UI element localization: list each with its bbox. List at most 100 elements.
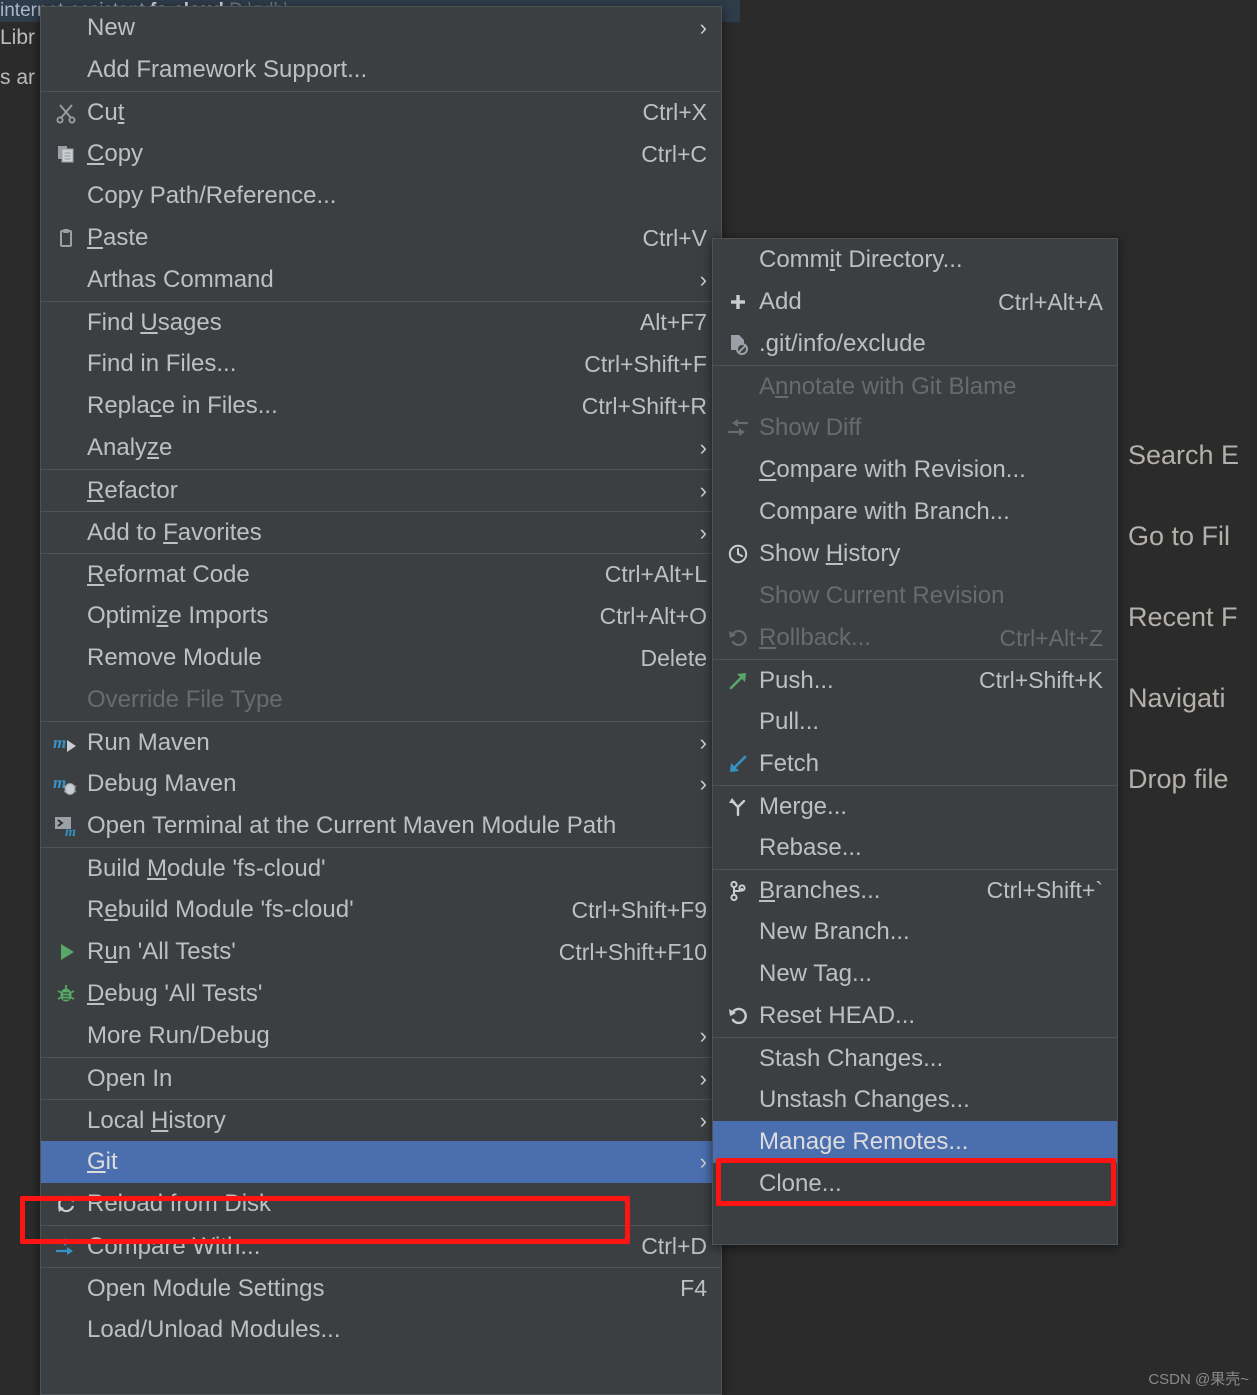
run-icon (51, 939, 81, 965)
menu-item-label: Build Module 'fs-cloud' (87, 854, 326, 882)
menu-item-find-usages[interactable]: Find Usages Alt+F7 (41, 301, 721, 343)
menu-item-label: Remove Module (87, 644, 262, 671)
menu-item-new-branch[interactable]: New Branch... (713, 911, 1117, 953)
menu-item-add-to-favorites[interactable]: Add to Favorites › (41, 511, 721, 553)
menu-item-replace-in-files[interactable]: Replace in Files... Ctrl+Shift+R (41, 385, 721, 427)
screen-root: internet-assistant fs-cloud D:\zdh\ Libr… (0, 0, 1257, 1395)
menu-item-shortcut: Ctrl+Alt+O (599, 602, 707, 629)
no-icon (51, 520, 81, 546)
menu-item-label: Replace in Files... (87, 392, 278, 419)
menu-item-clone[interactable]: Clone... (713, 1163, 1117, 1205)
menu-item-add-framework-support[interactable]: Add Framework Support... (41, 49, 721, 91)
plus-icon (723, 289, 753, 315)
menu-item-reset-head[interactable]: Reset HEAD... (713, 995, 1117, 1037)
menu-item-open-module-settings[interactable]: Open Module Settings F4 (41, 1267, 721, 1309)
project-tree-line-libraries[interactable]: Libr (0, 26, 44, 50)
menu-item-pull[interactable]: Pull... (713, 701, 1117, 743)
menu-item-new[interactable]: New › (41, 7, 721, 49)
menu-item-stash-changes[interactable]: Stash Changes... (713, 1037, 1117, 1079)
no-icon (51, 562, 81, 588)
menu-item-open-in[interactable]: Open In › (41, 1057, 721, 1099)
reset-icon (723, 1003, 753, 1029)
no-icon (723, 1046, 753, 1072)
menu-item-add[interactable]: Add Ctrl+Alt+A (713, 281, 1117, 323)
menu-item-git-info-exclude[interactable]: .git/info/exclude (713, 323, 1117, 365)
menu-item-label: Manage Remotes... (759, 1128, 969, 1155)
chevron-right-icon: › (699, 519, 707, 545)
module-context-menu[interactable]: New › Add Framework Support... Cut Ctrl+X Cop… (40, 6, 722, 1395)
menu-item-paste[interactable]: Paste Ctrl+V (41, 217, 721, 259)
menu-item-new-tag[interactable]: New Tag... (713, 953, 1117, 995)
menu-item-show-history[interactable]: Show History (713, 533, 1117, 575)
menu-item-label: New (87, 14, 136, 41)
menu-item-fetch[interactable]: Fetch (713, 743, 1117, 785)
menu-item-git[interactable]: Git › (41, 1141, 721, 1183)
menu-item-run-all-tests[interactable]: Run 'All Tests' Ctrl+Shift+F10 (41, 931, 721, 973)
menu-item-label: Branches... (759, 876, 881, 904)
menu-item-label: Analyze (87, 434, 173, 461)
chevron-right-icon: › (699, 1065, 707, 1091)
no-icon (51, 310, 81, 336)
menu-item-shortcut: Ctrl+V (642, 224, 707, 251)
menu-item-branches[interactable]: Branches... Ctrl+Shift+` (713, 869, 1117, 911)
menu-item-shortcut: Ctrl+Shift+F9 (571, 896, 708, 923)
menu-item-remove-module[interactable]: Remove Module Delete (41, 637, 721, 679)
menu-item-label: Add (759, 288, 802, 315)
menu-item-label: .git/info/exclude (759, 330, 926, 357)
menu-item-compare-with[interactable]: Compare With... Ctrl+D (41, 1225, 721, 1267)
menu-item-copy[interactable]: Copy Ctrl+C (41, 133, 721, 175)
branch-icon (723, 878, 753, 904)
menu-item-compare-with-revision[interactable]: Compare with Revision... (713, 449, 1117, 491)
menu-item-refactor[interactable]: Refactor › (41, 469, 721, 511)
menu-item-push[interactable]: Push... Ctrl+Shift+K (713, 659, 1117, 701)
menu-item-label: Local History (87, 1106, 226, 1134)
menu-item-debug-all-tests[interactable]: Debug 'All Tests' (41, 973, 721, 1015)
project-tree-line-scratches[interactable]: s ar (0, 66, 44, 90)
menu-item-label: Open In (87, 1064, 173, 1092)
menu-item-rebuild-module-fs-cloud[interactable]: Rebuild Module 'fs-cloud' Ctrl+Shift+F9 (41, 889, 721, 931)
chevron-right-icon: › (699, 729, 707, 755)
menu-item-copy-path-reference[interactable]: Copy Path/Reference... (41, 175, 721, 217)
menu-item-label: Rebase... (759, 834, 862, 861)
chevron-right-icon: › (699, 1149, 707, 1174)
no-icon (51, 1023, 81, 1049)
menu-item-shortcut: Ctrl+Alt+A (998, 288, 1103, 315)
menu-item-merge[interactable]: Merge... (713, 785, 1117, 827)
menu-item-reformat-code[interactable]: Reformat Code Ctrl+Alt+L (41, 553, 721, 595)
menu-item-arthas-command[interactable]: Arthas Command › (41, 259, 721, 301)
menu-item-label: Compare With... (87, 1232, 261, 1260)
git-submenu[interactable]: Commit Directory... Add Ctrl+Alt+A .git/inf… (712, 238, 1118, 1245)
menu-item-label: Annotate with Git Blame (759, 372, 1017, 400)
menu-item-reload-from-disk[interactable]: Reload from Disk (41, 1183, 721, 1225)
menu-item-build-module-fs-cloud[interactable]: Build Module 'fs-cloud' (41, 847, 721, 889)
no-icon (51, 897, 81, 923)
menu-item-shortcut: Ctrl+Shift+F10 (558, 938, 707, 965)
svg-text:m: m (53, 773, 66, 792)
menu-item-label: Refactor (87, 476, 178, 504)
menu-item-commit-directory[interactable]: Commit Directory... (713, 239, 1117, 281)
menu-item-label: Show History (759, 540, 901, 567)
menu-item-optimize-imports[interactable]: Optimize Imports Ctrl+Alt+O (41, 595, 721, 637)
maven-terminal-icon: m (51, 813, 81, 839)
menu-item-load-unload-modules[interactable]: Load/Unload Modules... (41, 1309, 721, 1351)
no-icon (51, 57, 81, 83)
menu-item-label: Copy (87, 140, 144, 167)
menu-item-rebase[interactable]: Rebase... (713, 827, 1117, 869)
menu-item-cut[interactable]: Cut Ctrl+X (41, 91, 721, 133)
menu-item-show-diff: Show Diff (713, 407, 1117, 449)
menu-item-shortcut: Ctrl+Alt+L (604, 561, 707, 587)
menu-item-unstash-changes[interactable]: Unstash Changes... (713, 1079, 1117, 1121)
menu-item-label: Add to Favorites (87, 518, 262, 546)
menu-item-analyze[interactable]: Analyze › (41, 427, 721, 469)
menu-item-find-in-files[interactable]: Find in Files... Ctrl+Shift+F (41, 343, 721, 385)
no-icon (723, 961, 753, 987)
chevron-right-icon: › (699, 267, 707, 292)
menu-item-label: Unstash Changes... (759, 1086, 970, 1113)
menu-item-run-maven[interactable]: m Run Maven › (41, 721, 721, 763)
menu-item-debug-maven[interactable]: m Debug Maven › (41, 763, 721, 805)
menu-item-local-history[interactable]: Local History › (41, 1099, 721, 1141)
menu-item-manage-remotes[interactable]: Manage Remotes... (713, 1121, 1117, 1163)
menu-item-open-terminal-at-the-current-maven-module-path[interactable]: m Open Terminal at the Current Maven Modu… (41, 805, 721, 847)
menu-item-compare-with-branch[interactable]: Compare with Branch... (713, 491, 1117, 533)
menu-item-more-run-debug[interactable]: More Run/Debug › (41, 1015, 721, 1057)
